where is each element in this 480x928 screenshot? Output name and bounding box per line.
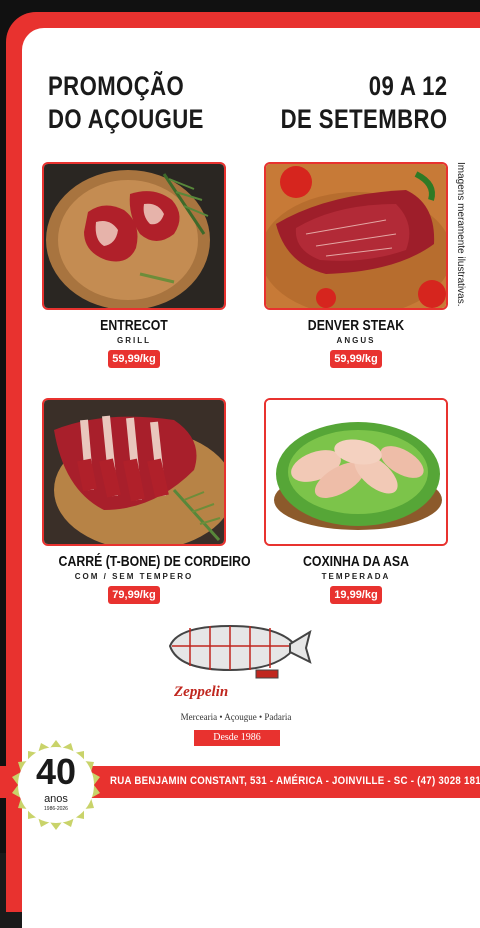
promo-dates: 09 A 12 DE SETEMBRO xyxy=(281,71,448,134)
product-carre-cordeiro[interactable]: CARRÉ (T-BONE) DE CORDEIRO COM / SEM TEM… xyxy=(42,398,251,604)
product-coxinha-asa[interactable]: COXINHA DA ASA TEMPERADA 19,99/kg xyxy=(264,398,448,604)
badge-label: anos xyxy=(44,793,68,805)
chicken-wings-photo xyxy=(264,398,448,546)
product-denver-steak[interactable]: DENVER STEAK ANGUS 59,99/kg xyxy=(264,162,448,368)
product-subtitle: COM / SEM TEMPERO xyxy=(74,572,194,581)
product-subtitle: TEMPERADA xyxy=(321,572,391,581)
product-name: DENVER STEAK xyxy=(307,317,405,334)
zeppelin-logo: Zeppelin Mercearia • Açougue • Padaria D… xyxy=(160,618,320,753)
price-tag: 59,99/kg xyxy=(330,350,382,368)
zeppelin-icon xyxy=(168,624,312,679)
product-name: COXINHA DA ASA xyxy=(303,553,409,570)
price-tag: 59,99/kg xyxy=(108,350,160,368)
product-name: ENTRECOT xyxy=(100,317,168,334)
price-tag: 19,99/kg xyxy=(330,586,382,604)
disclaimer: Imagens meramente ilustrativas. xyxy=(455,162,466,307)
product-entrecot[interactable]: ENTRECOT GRILL 59,99/kg xyxy=(42,162,226,368)
steak-photo xyxy=(42,162,226,310)
promo-title: PROMOÇÃO DO AÇOUGUE xyxy=(48,71,204,134)
flyer: PROMOÇÃO DO AÇOUGUE 09 A 12 DE SETEMBRO … xyxy=(0,0,480,928)
product-subtitle: GRILL xyxy=(117,336,151,345)
store-address: RUA BENJAMIN CONSTANT, 531 - AMÉRICA - J… xyxy=(110,775,480,787)
badge-number: 40 xyxy=(35,751,77,792)
brand-tagline: Mercearia • Açougue • Padaria xyxy=(180,712,292,722)
price-tag: 79,99/kg xyxy=(108,586,160,604)
since-banner: Desde 1986 xyxy=(194,730,280,746)
lamb-rack-photo xyxy=(42,398,226,546)
brand-name: Zeppelin xyxy=(174,684,229,700)
product-name: CARRÉ (T-BONE) DE CORDEIRO xyxy=(58,553,251,570)
badge-years: 1986-2026 xyxy=(44,806,68,812)
raw-beef-photo xyxy=(264,162,448,310)
product-subtitle: ANGUS xyxy=(336,336,376,345)
